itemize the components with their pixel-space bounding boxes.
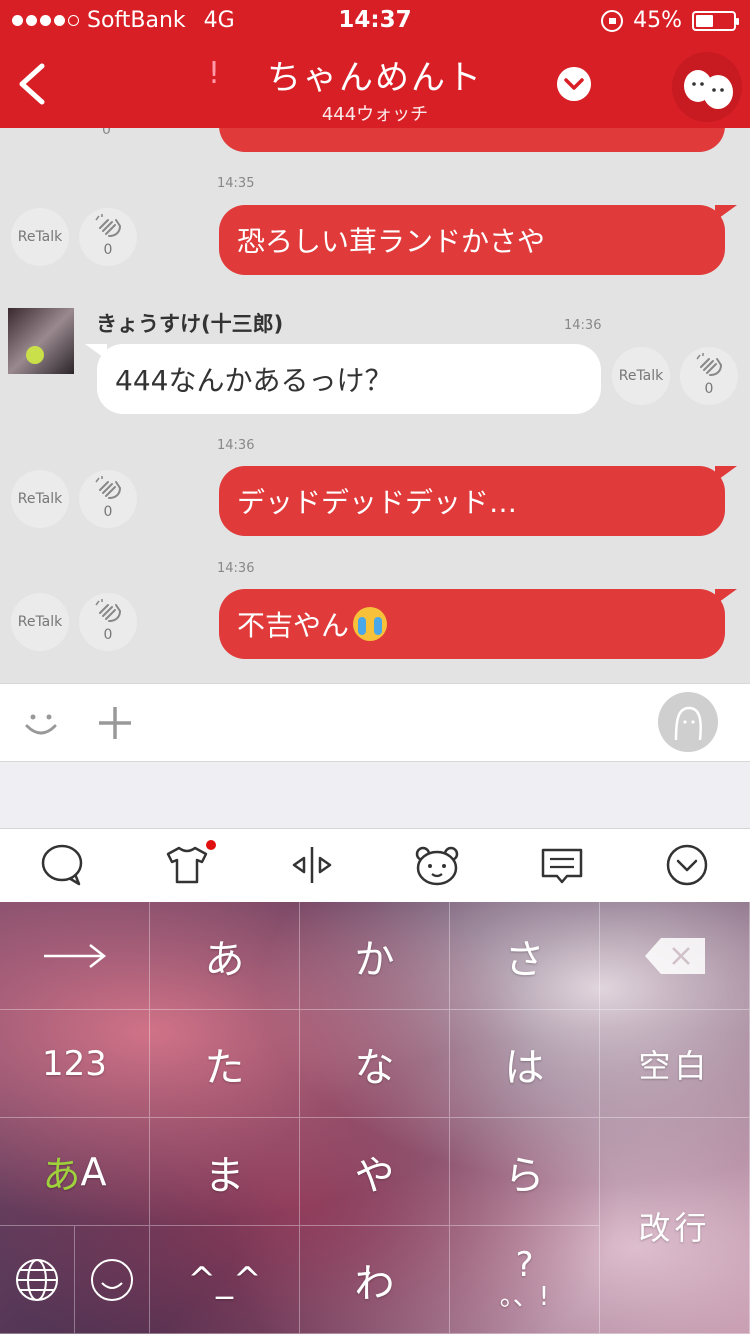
clap-count: 0 bbox=[704, 381, 714, 397]
emoji-key[interactable] bbox=[75, 1226, 150, 1334]
sent-message-bubble[interactable]: デッドデッドデッド… bbox=[219, 466, 737, 536]
retalk-label: ReTalk bbox=[17, 229, 63, 245]
punctuation-key[interactable]: ? 。、! bbox=[450, 1226, 600, 1334]
plus-icon[interactable] bbox=[96, 704, 134, 742]
key-sa[interactable]: さ bbox=[450, 902, 600, 1010]
battery-icon bbox=[692, 10, 739, 31]
keyboard-toolbar bbox=[0, 828, 750, 902]
speech-bubble-icon[interactable] bbox=[39, 842, 85, 888]
retalk-button[interactable]: ReTalk bbox=[11, 593, 69, 651]
status-right: 45% bbox=[601, 8, 739, 33]
status-bar: SoftBank 4G 14:37 45% bbox=[0, 0, 750, 40]
key-ka[interactable]: か bbox=[300, 902, 450, 1010]
clap-button[interactable]: 0 bbox=[680, 347, 738, 405]
chat-header: SoftBank 4G 14:37 45% ! ちゃんめんト 444ウォッチ bbox=[0, 0, 750, 128]
tshirt-icon[interactable] bbox=[164, 842, 210, 888]
notification-dot bbox=[206, 840, 216, 850]
message-box-icon[interactable] bbox=[539, 842, 585, 888]
key-ha[interactable]: は bbox=[450, 1010, 600, 1118]
space-key[interactable]: 空白 bbox=[600, 1010, 750, 1118]
numbers-key[interactable]: 123 bbox=[0, 1010, 150, 1118]
alpha-mode-label: A bbox=[80, 1149, 107, 1194]
input-spacer bbox=[0, 762, 750, 828]
key-wa[interactable]: わ bbox=[300, 1226, 450, 1334]
backspace-key[interactable] bbox=[600, 902, 750, 1010]
cursor-right-key[interactable] bbox=[0, 902, 150, 1010]
sender-avatar[interactable] bbox=[8, 308, 74, 374]
flick-keyboard: あ か さ 123 た な は 空白 あA ま や ら 改行 ^_^ わ ? 。… bbox=[0, 902, 750, 1334]
kaomoji-key[interactable]: ^_^ bbox=[150, 1226, 300, 1334]
smiley-face-icon bbox=[91, 1258, 133, 1301]
retalk-label: ReTalk bbox=[17, 491, 63, 507]
clap-count: 0 bbox=[103, 627, 113, 643]
clap-count: 0 bbox=[102, 128, 111, 138]
message-input-bar[interactable] bbox=[0, 683, 750, 762]
clap-count: 0 bbox=[103, 504, 113, 520]
arrow-right-icon bbox=[43, 943, 106, 968]
sent-message-bubble[interactable]: 恐ろしい茸ランドかさや bbox=[219, 205, 737, 275]
retalk-button[interactable]: ReTalk bbox=[11, 470, 69, 528]
retalk-label: ReTalk bbox=[17, 614, 63, 630]
retalk-button[interactable]: ReTalk bbox=[11, 208, 69, 266]
chat-subtitle: 444ウォッチ bbox=[321, 104, 429, 125]
clap-button[interactable]: 0 bbox=[79, 470, 137, 528]
punctuation-label: 。、! bbox=[499, 1281, 550, 1312]
smiley-icon[interactable] bbox=[22, 704, 60, 742]
clap-hands-icon bbox=[696, 353, 723, 376]
group-members-icon[interactable] bbox=[672, 52, 742, 122]
key-ta[interactable]: た bbox=[150, 1010, 300, 1118]
key-ma[interactable]: ま bbox=[150, 1118, 300, 1226]
message-timestamp: 14:35 bbox=[217, 176, 255, 191]
message-timestamp: 14:36 bbox=[564, 318, 602, 333]
key-na[interactable]: な bbox=[300, 1010, 450, 1118]
chevron-down-icon[interactable] bbox=[557, 67, 591, 101]
previous-message-bubble[interactable] bbox=[219, 128, 725, 152]
message-timestamp: 14:36 bbox=[217, 438, 255, 453]
clap-count: 0 bbox=[103, 242, 113, 258]
sender-name: きょうすけ(十三郎) bbox=[96, 312, 284, 336]
key-ya[interactable]: や bbox=[300, 1118, 450, 1226]
message-timestamp: 14:36 bbox=[217, 561, 255, 576]
globe-icon bbox=[16, 1258, 58, 1301]
clap-hands-icon bbox=[95, 599, 122, 622]
clap-hands-icon bbox=[95, 476, 122, 499]
question-label: ? bbox=[515, 1245, 534, 1285]
message-text: 不吉やん bbox=[237, 609, 350, 642]
key-a[interactable]: あ bbox=[150, 902, 300, 1010]
clap-hands-icon bbox=[95, 214, 122, 237]
received-message-bubble[interactable]: 444なんかあるっけ？ bbox=[85, 344, 601, 414]
battery-percent: 45% bbox=[633, 8, 682, 33]
retalk-button[interactable]: ReTalk bbox=[612, 347, 670, 405]
chevron-down-circle-icon[interactable] bbox=[664, 842, 710, 888]
chat-title[interactable]: ちゃんめんト bbox=[267, 58, 483, 98]
key-ra[interactable]: ら bbox=[450, 1118, 600, 1226]
input-mode-key[interactable]: あA bbox=[0, 1118, 150, 1226]
crying-face-emoji-icon bbox=[353, 607, 388, 641]
globe-key[interactable] bbox=[0, 1226, 75, 1334]
message-text: 444なんかあるっけ？ bbox=[115, 364, 393, 397]
message-list[interactable]: 0 14:35 ReTalk 0 恐ろしい茸ランドかさや きょうすけ(十三郎) … bbox=[0, 128, 750, 683]
cursor-move-icon[interactable] bbox=[289, 842, 335, 888]
clap-button[interactable]: 0 bbox=[79, 208, 137, 266]
retalk-label: ReTalk bbox=[618, 368, 664, 384]
message-text: 恐ろしい茸ランドかさや bbox=[237, 225, 546, 258]
enter-key[interactable]: 改行 bbox=[600, 1118, 750, 1334]
rotation-lock-icon bbox=[601, 9, 624, 32]
bear-face-icon[interactable] bbox=[414, 842, 460, 888]
message-text: デッドデッドデッド… bbox=[237, 486, 518, 519]
title-wrap[interactable]: ちゃんめんト bbox=[0, 50, 750, 99]
backspace-icon bbox=[644, 937, 705, 974]
voice-ghost-icon[interactable] bbox=[658, 692, 718, 752]
hiragana-mode-label: あ bbox=[42, 1153, 81, 1197]
clap-button[interactable]: 0 bbox=[79, 593, 137, 651]
sent-message-bubble[interactable]: 不吉やん bbox=[219, 589, 737, 659]
